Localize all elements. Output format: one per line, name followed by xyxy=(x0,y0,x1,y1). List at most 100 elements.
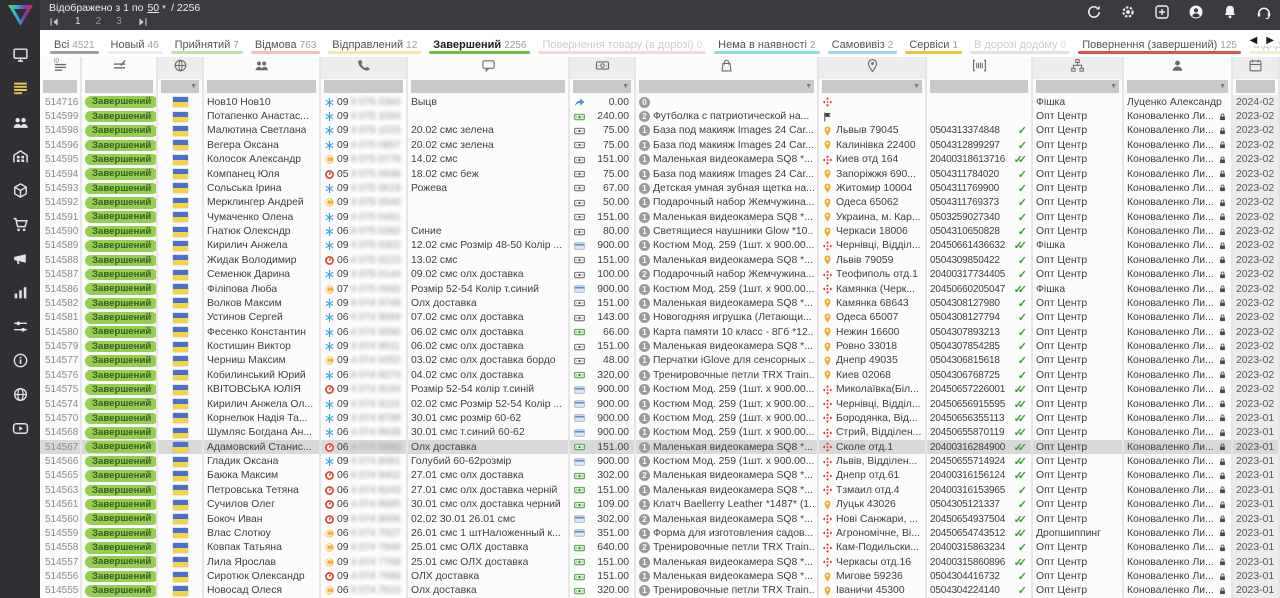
sidebar-item-statistics[interactable] xyxy=(0,278,40,312)
filter-id[interactable] xyxy=(43,80,77,93)
tabs-scroll-left-icon[interactable]: ◀ xyxy=(1250,35,1258,46)
table-row[interactable]: 514561ЗавершенийСучилов Олег064 074 8085… xyxy=(40,498,1280,512)
table-row[interactable]: 514587ЗавершенийСеменюк Дарина094 075 01… xyxy=(40,268,1280,282)
table-row[interactable]: 514576ЗавершенийКобилинський Юрий064 074… xyxy=(40,368,1280,382)
sidebar-item-warehouse[interactable] xyxy=(0,142,40,176)
column-header-user[interactable]: ▼ xyxy=(1124,57,1233,95)
column-header-price[interactable]: ▼ xyxy=(570,57,636,95)
page-number[interactable]: 3 xyxy=(116,16,122,27)
tab-5[interactable]: Завершений2256 xyxy=(425,30,534,57)
filter-dept[interactable]: ▼ xyxy=(1036,80,1119,93)
tab-9[interactable]: Сервіси1 xyxy=(901,30,966,57)
sidebar-item-info[interactable] xyxy=(0,346,40,380)
table-row[interactable]: 514555ЗавершенийНовосад Олеся064 074 761… xyxy=(40,584,1280,598)
table-row[interactable]: 514558ЗавершенийКовпак Татьяна094 074 78… xyxy=(40,541,1280,555)
filter-status[interactable] xyxy=(85,80,153,93)
filter-price[interactable]: ▼ xyxy=(573,80,631,93)
column-header-dept[interactable]: ▼ xyxy=(1033,57,1124,95)
column-header-comment[interactable] xyxy=(408,57,570,95)
tab-4[interactable]: Відправлений12 xyxy=(324,30,425,57)
table-row[interactable]: 514580ЗавершенийФесенко Константин064 07… xyxy=(40,325,1280,339)
table-row[interactable]: 514599ЗавершенийПотапенко Анастас...094 … xyxy=(40,109,1280,123)
table-row[interactable]: 514598ЗавершенийМалютина Светлана094 075… xyxy=(40,124,1280,138)
column-header-id[interactable]: ID xyxy=(40,57,82,95)
sidebar-item-dashboard[interactable] xyxy=(0,40,40,74)
sidebar-item-integrations[interactable] xyxy=(0,312,40,346)
support-button[interactable] xyxy=(1256,4,1272,20)
table-row[interactable]: 514567ЗавершенийАдамовский Станис...064 … xyxy=(40,440,1280,454)
table-row[interactable]: 514568ЗавершенийШумляс Богдана Ан...064 … xyxy=(40,426,1280,440)
sidebar-item-customers[interactable] xyxy=(0,108,40,142)
sidebar-item-products[interactable] xyxy=(0,176,40,210)
add-order-button[interactable] xyxy=(1154,4,1170,20)
table-row[interactable]: 514592ЗавершенийМерклингер Андрей094 075… xyxy=(40,196,1280,210)
table-row[interactable]: 514589ЗавершенийКирилич Анжела094 075 03… xyxy=(40,239,1280,253)
column-header-product[interactable]: ▼ xyxy=(636,57,819,95)
tab-7[interactable]: Нема в наявності2 xyxy=(710,30,823,57)
tabs-scroll-right-icon[interactable]: ▶ xyxy=(1266,35,1274,46)
column-header-country[interactable]: ▼ xyxy=(158,57,204,95)
filter-comment[interactable] xyxy=(411,80,565,93)
sidebar-item-campaigns[interactable] xyxy=(0,244,40,278)
filter-country[interactable]: ▼ xyxy=(161,80,199,93)
filter-user[interactable]: ▼ xyxy=(1127,80,1228,93)
column-header-status[interactable] xyxy=(82,57,158,95)
table-row[interactable]: 514577ЗавершенийЧерниш Максим094 074 935… xyxy=(40,354,1280,368)
table-row[interactable]: 514588ЗавершенийЖидак Володимир064 075 0… xyxy=(40,253,1280,267)
app-logo-icon[interactable] xyxy=(7,3,34,32)
table-row[interactable]: 514563ЗавершенийПетровська Тетяна064 074… xyxy=(40,483,1280,497)
column-header-name[interactable] xyxy=(204,57,321,95)
column-header-city[interactable]: ▼ xyxy=(819,57,927,95)
table-row[interactable]: 514593ЗавершенийСольська Ірина094 075 06… xyxy=(40,181,1280,195)
sidebar-item-orders[interactable] xyxy=(0,74,40,108)
notifications-button[interactable] xyxy=(1222,4,1238,20)
table-row[interactable]: 514574ЗавершенийКирилич Анжела Ол...094 … xyxy=(40,397,1280,411)
table-row[interactable]: 514582ЗавершенийВолков Максим094 074 974… xyxy=(40,296,1280,310)
table-row[interactable]: 514594ЗавершенийКомпанец Юля054 075 0698… xyxy=(40,167,1280,181)
settings-button[interactable] xyxy=(1120,4,1136,20)
tab-0[interactable]: Всі4521 xyxy=(46,30,103,57)
account-button[interactable] xyxy=(1188,4,1204,20)
tab-1[interactable]: Новый46 xyxy=(103,30,167,57)
tab-6[interactable]: Повернення товару (в дорозі)0 xyxy=(534,30,710,57)
tab-3[interactable]: Відмова763 xyxy=(247,30,324,57)
sidebar-item-network[interactable] xyxy=(0,380,40,414)
table-row[interactable]: 514556ЗавершенийСиротюк Олександр094 074… xyxy=(40,569,1280,583)
sidebar-item-purchases[interactable] xyxy=(0,210,40,244)
table-row[interactable]: 514565ЗавершенийБаюка Максим064 074 8402… xyxy=(40,469,1280,483)
table-row[interactable]: 514557ЗавершенийЛила Ярослав094 074 7768… xyxy=(40,555,1280,569)
tab-10[interactable]: В дорозі додому0 xyxy=(966,30,1074,57)
tab-2[interactable]: Прийнятий7 xyxy=(167,30,247,57)
table-row[interactable]: 514596ЗавершенийВегера Оксана094 075 085… xyxy=(40,138,1280,152)
column-header-ttn[interactable] xyxy=(927,57,1033,95)
table-row[interactable]: 514591ЗавершенийЧумаченко Олена094 075 0… xyxy=(40,210,1280,224)
first-page-icon[interactable] xyxy=(49,17,60,27)
table-row[interactable]: 514595ЗавершенийКолосок Александр094 075… xyxy=(40,153,1280,167)
tab-8[interactable]: Самовивіз2 xyxy=(824,30,902,57)
column-header-phone[interactable] xyxy=(321,57,408,95)
table-row[interactable]: 514570ЗавершенийКорнелюк Надія Та...094 … xyxy=(40,411,1280,425)
filter-ttn[interactable] xyxy=(930,80,1028,93)
table-row[interactable]: 514559ЗавершенийВлас Слотюу064 074 79272… xyxy=(40,526,1280,540)
page-size-dropdown[interactable]: 50▼ xyxy=(147,2,167,14)
sidebar-item-video-help[interactable] xyxy=(0,414,40,448)
filter-phone[interactable] xyxy=(324,80,403,93)
table-row[interactable]: 514566ЗавершенийГладик Оксана094 074 848… xyxy=(40,454,1280,468)
refresh-button[interactable] xyxy=(1086,4,1102,20)
table-row[interactable]: 514716ЗавершенийНов10 Нов10094 076 0360В… xyxy=(40,95,1280,109)
table-row[interactable]: 514586ЗавершенийФіліпова Люба074 075 006… xyxy=(40,282,1280,296)
table-row[interactable]: 514579ЗавершенийКостишин Виктор094 074 9… xyxy=(40,339,1280,353)
filter-city[interactable]: ▼ xyxy=(822,80,922,93)
filter-product[interactable]: ▼ xyxy=(639,80,814,93)
filter-name[interactable] xyxy=(207,80,316,93)
table-row[interactable]: 514575ЗавершенийКВІТОВСЬКА ЮЛІЯ094 074 9… xyxy=(40,383,1280,397)
table-row[interactable]: 514590ЗавершенийГнатюк Олексндр064 075 0… xyxy=(40,224,1280,238)
column-header-date[interactable] xyxy=(1233,57,1280,95)
table-row[interactable]: 514581ЗавершенийУстинов Сергей064 074 96… xyxy=(40,311,1280,325)
filter-date[interactable] xyxy=(1236,80,1275,93)
last-page-icon[interactable] xyxy=(137,17,148,27)
page-number[interactable]: 1 xyxy=(75,16,81,27)
page-number[interactable]: 2 xyxy=(96,16,102,27)
tab-11[interactable]: Повернення (завершений)125 xyxy=(1074,30,1245,57)
table-row[interactable]: 514560ЗавершенийБокоч Иван094 074 800602… xyxy=(40,512,1280,526)
